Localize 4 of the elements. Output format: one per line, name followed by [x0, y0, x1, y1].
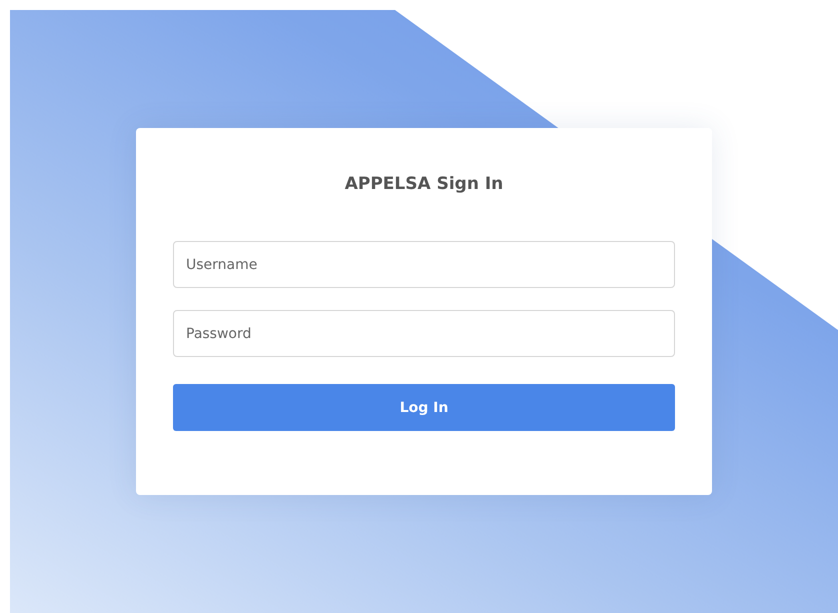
- username-field[interactable]: Username: [173, 241, 675, 288]
- login-title: APPELSA Sign In: [344, 174, 504, 194]
- login-button[interactable]: Log In: [173, 384, 675, 431]
- password-field[interactable]: Password: [173, 310, 675, 357]
